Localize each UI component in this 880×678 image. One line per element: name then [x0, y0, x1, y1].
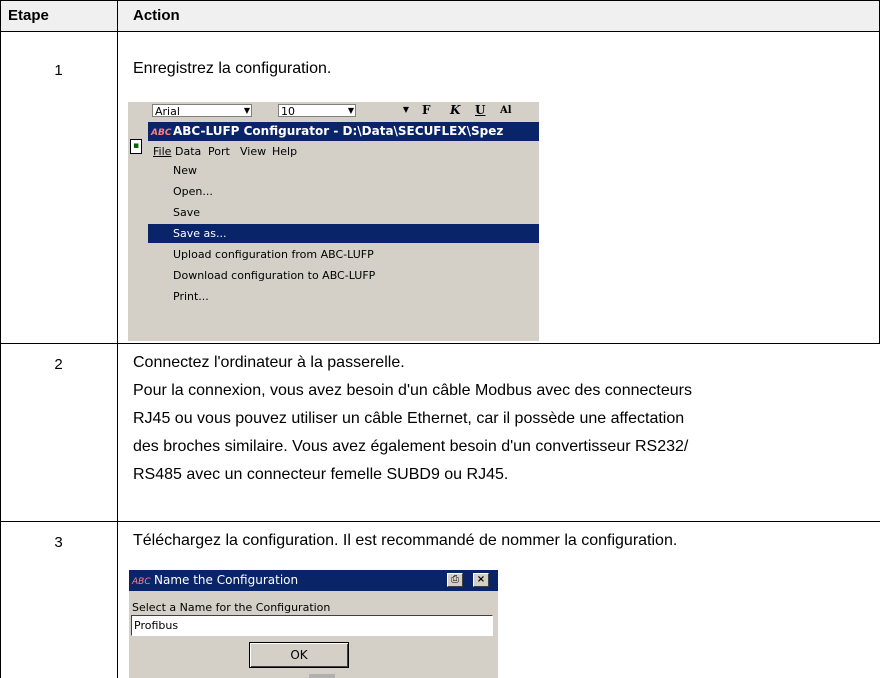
name-field-label: Select a Name for the Configuration — [132, 601, 331, 614]
toolbar-fragment[interactable]: Al — [500, 102, 512, 119]
close-icon[interactable]: × — [473, 573, 489, 587]
spreadsheet-edge: ▪ — [128, 119, 148, 341]
step-number-2: 2 — [54, 356, 63, 373]
excel-icon: ▪ — [130, 139, 142, 154]
menu-port[interactable]: Port — [208, 142, 230, 161]
chevron-down-icon: ▼ — [402, 105, 409, 114]
menu-item-label: Save as... — [173, 227, 227, 240]
window-title-bar: ABC ABC-LUFP Configurator - D:\Data\SECUF… — [148, 122, 539, 141]
menubar: File Data Port View Help — [148, 142, 539, 161]
font-name-dropdown[interactable]: Arial ▼ — [152, 104, 252, 118]
window-edge-fragment — [309, 674, 335, 678]
menu-item-save-as[interactable]: Save as... — [148, 224, 539, 243]
row-divider-2 — [0, 521, 880, 522]
font-name-value: Arial — [155, 105, 180, 118]
ok-button[interactable]: OK — [249, 642, 349, 668]
menu-item-upload[interactable]: Upload configuration from ABC-LUFP — [148, 245, 539, 264]
name-configuration-dialog: ABC Name the Configuration ⎙ × Select a N… — [129, 570, 498, 678]
window-title: ABC-LUFP Configurator - D:\Data\SECUFLEX… — [173, 124, 504, 138]
menu-item-print[interactable]: Print... — [148, 287, 539, 306]
header-divider — [0, 31, 880, 32]
formatting-toolbar: Arial ▼ 10 ▼ ▼ F K U Al — [128, 102, 539, 119]
table-border-top — [0, 0, 880, 1]
row-divider-1 — [0, 343, 880, 344]
underline-button[interactable]: U — [475, 102, 485, 119]
print-icon[interactable]: ⎙ — [447, 573, 463, 587]
row2-action-text-line5: RS485 avec un connecteur femelle SUBD9 o… — [133, 466, 509, 483]
italic-button[interactable]: K — [450, 102, 460, 119]
table-column-divider — [117, 0, 118, 678]
bold-button[interactable]: F — [422, 102, 431, 119]
font-size-dropdown[interactable]: 10 ▼ — [278, 104, 356, 118]
dialog-title-bar: ABC Name the Configuration — [129, 570, 498, 591]
step-number-3: 3 — [54, 534, 63, 551]
menu-help[interactable]: Help — [272, 142, 297, 161]
font-size-value: 10 — [281, 105, 295, 118]
menu-file[interactable]: File — [153, 142, 171, 161]
table-header-row — [0, 0, 880, 31]
menu-data[interactable]: Data — [175, 142, 201, 161]
configuration-name-input[interactable]: Profibus — [131, 615, 493, 636]
row2-action-text-line1: Connectez l'ordinateur à la passerelle. — [133, 354, 405, 371]
row3-action-text: Téléchargez la configuration. Il est rec… — [133, 532, 678, 549]
menu-item-label: Save — [173, 206, 201, 219]
abc-app-icon: ABC — [132, 577, 151, 587]
abc-app-icon: ABC — [151, 128, 172, 138]
menu-item-label: Download configuration to ABC-LUFP — [173, 269, 376, 282]
header-action: Action — [133, 7, 180, 24]
menu-view[interactable]: View — [240, 142, 266, 161]
menu-item-new[interactable]: New — [148, 161, 539, 180]
menu-item-label: New — [173, 164, 197, 177]
menu-item-save[interactable]: Save — [148, 203, 539, 222]
menu-item-download[interactable]: Download configuration to ABC-LUFP — [148, 266, 539, 285]
row1-action-text: Enregistrez la configuration. — [133, 60, 332, 77]
configurator-menu-screenshot: Arial ▼ 10 ▼ ▼ F K U Al ▪ ABC ABC-LUFP Co… — [128, 102, 539, 341]
chevron-down-icon: ▼ — [347, 106, 354, 115]
dialog-title: Name the Configuration — [154, 573, 299, 587]
menu-item-label: Open... — [173, 185, 213, 198]
file-menu-dropdown: New Open... Save Save as... Upload confi… — [148, 161, 539, 341]
row2-action-text-line3: RJ45 ou vous pouvez utiliser un câble Et… — [133, 410, 685, 427]
menu-item-cutoff — [148, 308, 539, 316]
menu-item-open[interactable]: Open... — [148, 182, 539, 201]
menu-item-label: Upload configuration from ABC-LUFP — [173, 248, 374, 261]
row2-action-text-line2: Pour la connexion, vous avez besoin d'un… — [133, 382, 692, 399]
step-number-1: 1 — [54, 62, 63, 79]
chevron-down-icon: ▼ — [243, 106, 250, 115]
configurator-window: ABC ABC-LUFP Configurator - D:\Data\SECUF… — [148, 119, 539, 341]
header-step: Etape — [8, 7, 49, 24]
menu-item-label: Print... — [173, 290, 209, 303]
font-color-dropdown[interactable]: ▼ — [390, 104, 410, 117]
row2-action-text-line4: des broches similaire. Vous avez égaleme… — [133, 438, 689, 455]
table-border-left — [0, 0, 1, 678]
